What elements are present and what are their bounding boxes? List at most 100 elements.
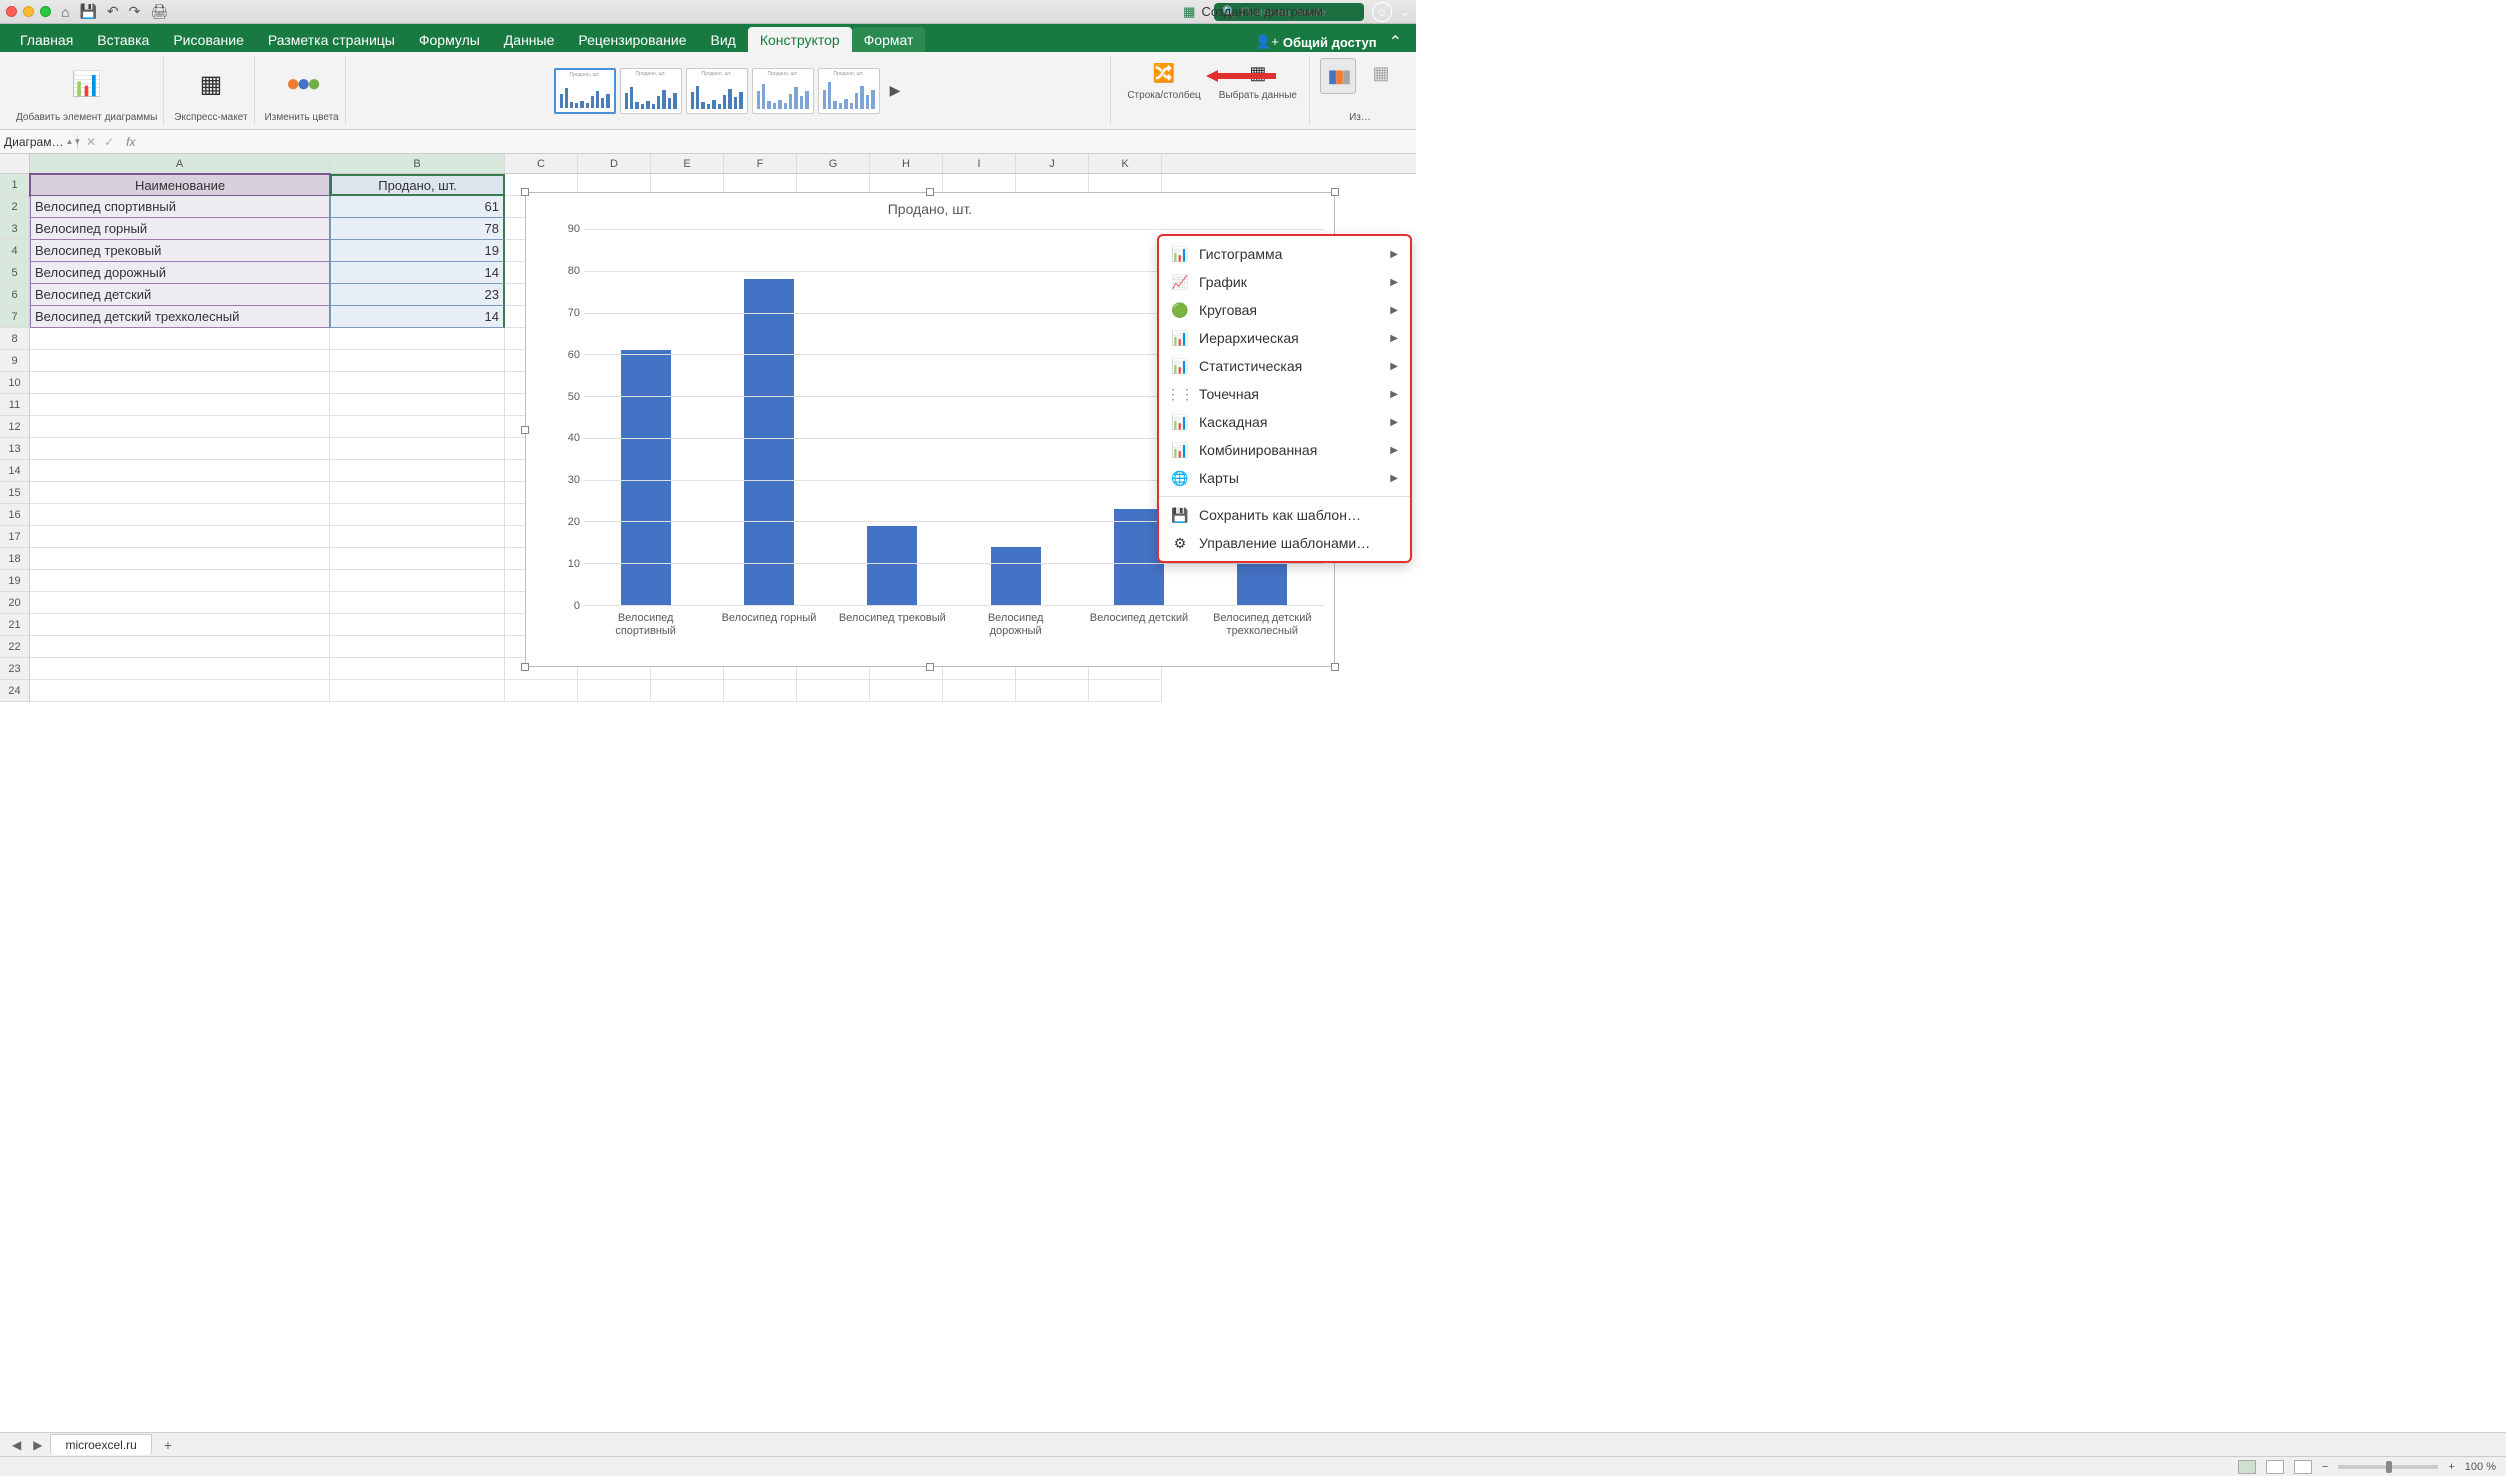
col-header[interactable]: D bbox=[578, 154, 651, 173]
row-header[interactable]: 14 bbox=[0, 460, 29, 482]
data-cell[interactable]: Наименование bbox=[30, 174, 330, 196]
data-cell[interactable]: Велосипед детский bbox=[30, 284, 330, 306]
print-icon[interactable]: 🖨 bbox=[150, 3, 168, 20]
cell[interactable] bbox=[30, 350, 330, 372]
zoom-in-icon[interactable]: + bbox=[2448, 1461, 2454, 1473]
move-chart-button[interactable]: ▦ bbox=[1362, 58, 1400, 88]
data-cell[interactable]: Велосипед дорожный bbox=[30, 262, 330, 284]
cell[interactable] bbox=[30, 416, 330, 438]
cell[interactable] bbox=[330, 658, 505, 680]
resize-handle[interactable] bbox=[521, 188, 529, 196]
close-window-icon[interactable] bbox=[6, 6, 17, 17]
chart-bar[interactable] bbox=[991, 547, 1041, 605]
titlebar-chevron-icon[interactable]: ⌄ bbox=[1400, 5, 1410, 19]
row-header[interactable]: 12 bbox=[0, 416, 29, 438]
tab-разметка страницы[interactable]: Разметка страницы bbox=[256, 27, 407, 52]
resize-handle[interactable] bbox=[926, 188, 934, 196]
cell[interactable] bbox=[330, 350, 505, 372]
tab-рецензирование[interactable]: Рецензирование bbox=[566, 27, 698, 52]
select-data-button[interactable]: ▦ Выбрать данные bbox=[1213, 58, 1303, 103]
cell[interactable] bbox=[330, 592, 505, 614]
cell[interactable] bbox=[724, 680, 797, 702]
row-header[interactable]: 20 bbox=[0, 592, 29, 614]
resize-handle[interactable] bbox=[926, 663, 934, 671]
user-account-icon[interactable]: ☺ bbox=[1372, 2, 1392, 22]
chart-style-thumb[interactable]: Продано, шт. bbox=[686, 68, 748, 114]
cell[interactable] bbox=[330, 548, 505, 570]
dropdown-item[interactable]: 🌐Карты▶ bbox=[1159, 464, 1410, 492]
gallery-more-icon[interactable]: ▶ bbox=[884, 82, 907, 99]
dropdown-item[interactable]: 📊Иерархическая▶ bbox=[1159, 324, 1410, 352]
tab-рисование[interactable]: Рисование bbox=[161, 27, 256, 52]
data-cell[interactable]: 23 bbox=[330, 284, 505, 306]
cell[interactable] bbox=[943, 680, 1016, 702]
cell[interactable] bbox=[578, 680, 651, 702]
fx-label[interactable]: fx bbox=[122, 135, 135, 149]
row-header[interactable]: 24 bbox=[0, 680, 29, 702]
cell[interactable] bbox=[1089, 680, 1162, 702]
cell[interactable] bbox=[30, 592, 330, 614]
sheet-tab[interactable]: microexcel.ru bbox=[50, 1434, 151, 1455]
resize-handle[interactable] bbox=[1331, 663, 1339, 671]
row-header[interactable]: 1 bbox=[0, 174, 29, 196]
tab-данные[interactable]: Данные bbox=[492, 27, 567, 52]
cell[interactable] bbox=[330, 526, 505, 548]
row-header[interactable]: 8 bbox=[0, 328, 29, 350]
col-header[interactable]: C bbox=[505, 154, 578, 173]
tab-формат[interactable]: Формат bbox=[852, 27, 926, 52]
ribbon-group-express-layout[interactable]: ▦ Экспресс-макет bbox=[168, 56, 254, 125]
chart-style-thumb[interactable]: Продано, шт. bbox=[554, 68, 616, 114]
cell[interactable] bbox=[330, 460, 505, 482]
tab-главная[interactable]: Главная bbox=[8, 27, 85, 52]
col-header[interactable]: B bbox=[330, 154, 505, 173]
accept-formula-icon[interactable]: ✓ bbox=[104, 135, 114, 149]
data-cell[interactable]: 14 bbox=[330, 306, 505, 328]
row-header[interactable]: 11 bbox=[0, 394, 29, 416]
col-header[interactable]: J bbox=[1016, 154, 1089, 173]
chart-style-thumb[interactable]: Продано, шт. bbox=[818, 68, 880, 114]
dropdown-item[interactable]: 📈График▶ bbox=[1159, 268, 1410, 296]
data-cell[interactable]: 78 bbox=[330, 218, 505, 240]
cell[interactable] bbox=[651, 680, 724, 702]
resize-handle[interactable] bbox=[1331, 188, 1339, 196]
row-header[interactable]: 6 bbox=[0, 284, 29, 306]
minimize-window-icon[interactable] bbox=[23, 6, 34, 17]
cell[interactable] bbox=[30, 372, 330, 394]
col-header[interactable]: G bbox=[797, 154, 870, 173]
data-cell[interactable]: 61 bbox=[330, 196, 505, 218]
col-header[interactable]: F bbox=[724, 154, 797, 173]
add-sheet-button[interactable]: + bbox=[156, 1437, 180, 1453]
row-header[interactable]: 7 bbox=[0, 306, 29, 328]
worksheet-grid[interactable]: ABCDEFGHIJK 1234567891011121314151617181… bbox=[0, 154, 1416, 774]
zoom-window-icon[interactable] bbox=[40, 6, 51, 17]
save-icon[interactable]: 💾 bbox=[79, 3, 96, 20]
cell[interactable] bbox=[330, 482, 505, 504]
cell[interactable] bbox=[30, 658, 330, 680]
cell[interactable] bbox=[30, 438, 330, 460]
name-box[interactable]: Диаграм…▲▼ bbox=[0, 135, 78, 149]
data-cell[interactable]: Велосипед горный bbox=[30, 218, 330, 240]
cell[interactable] bbox=[330, 504, 505, 526]
col-header[interactable]: A bbox=[30, 154, 330, 173]
cell[interactable] bbox=[30, 614, 330, 636]
row-header[interactable]: 15 bbox=[0, 482, 29, 504]
redo-icon[interactable]: ↷ bbox=[129, 3, 141, 20]
dropdown-item[interactable]: 📊Каскадная▶ bbox=[1159, 408, 1410, 436]
row-header[interactable]: 13 bbox=[0, 438, 29, 460]
cell[interactable] bbox=[330, 416, 505, 438]
cell[interactable] bbox=[30, 460, 330, 482]
row-header[interactable]: 22 bbox=[0, 636, 29, 658]
data-cell[interactable]: Велосипед детский трехколесный bbox=[30, 306, 330, 328]
tab-вставка[interactable]: Вставка bbox=[85, 27, 161, 52]
cell[interactable] bbox=[30, 548, 330, 570]
col-header[interactable]: E bbox=[651, 154, 724, 173]
undo-icon[interactable]: ↶ bbox=[107, 3, 119, 20]
dropdown-item[interactable]: 💾Сохранить как шаблон… bbox=[1159, 501, 1410, 529]
row-header[interactable]: 4 bbox=[0, 240, 29, 262]
dropdown-item[interactable]: 📊Гистограмма▶ bbox=[1159, 240, 1410, 268]
tab-конструктор[interactable]: Конструктор bbox=[748, 27, 852, 52]
data-cell[interactable]: Велосипед трековый bbox=[30, 240, 330, 262]
cell[interactable] bbox=[330, 570, 505, 592]
data-cell[interactable]: Продано, шт. bbox=[330, 174, 505, 196]
page-break-view-icon[interactable] bbox=[2294, 1460, 2312, 1474]
